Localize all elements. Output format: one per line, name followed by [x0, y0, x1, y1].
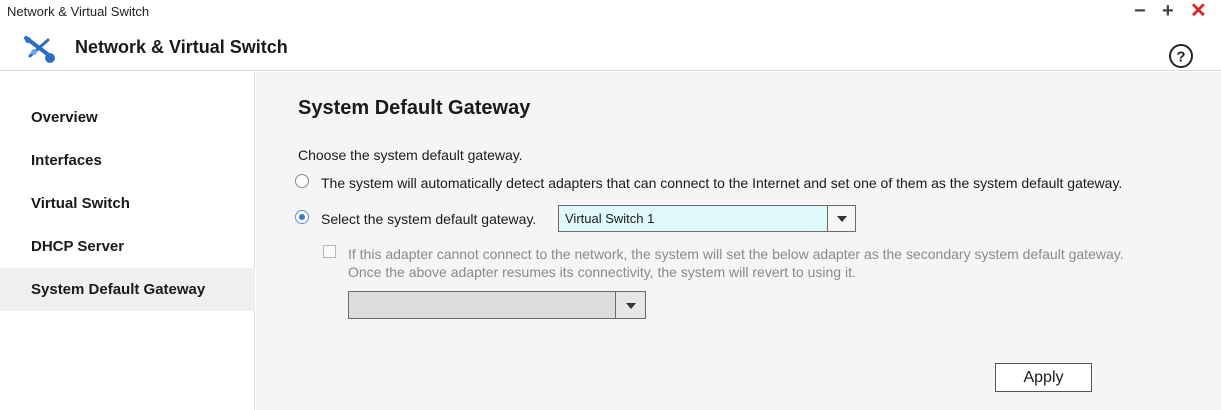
secondary-gateway-line1: If this adapter cannot connect to the ne… [348, 246, 1124, 262]
sidebar: Overview Interfaces Virtual Switch DHCP … [0, 72, 255, 410]
app-title: Network & Virtual Switch [75, 37, 288, 57]
gateway-select[interactable]: Virtual Switch 1 [558, 205, 856, 232]
help-glyph: ? [1176, 49, 1185, 66]
page-description: Choose the system default gateway. [298, 147, 523, 163]
secondary-gateway-text: If this adapter cannot connect to the ne… [348, 245, 1124, 281]
secondary-gateway-select[interactable] [348, 291, 646, 319]
secondary-gateway-checkbox[interactable] [323, 245, 336, 258]
minimize-icon[interactable]: − [1134, 1, 1146, 21]
select-gateway-label[interactable]: Select the system default gateway. [321, 211, 536, 227]
sidebar-item-system-default-gateway[interactable]: System Default Gateway [0, 268, 255, 311]
window-titlebar: Network & Virtual Switch − + ✕ [0, 0, 1221, 24]
sidebar-item-overview[interactable]: Overview [0, 96, 255, 139]
page-title: System Default Gateway [298, 97, 531, 119]
main-panel: System Default Gateway Choose the system… [256, 72, 1221, 410]
close-icon[interactable]: ✕ [1190, 1, 1207, 21]
auto-detect-label[interactable]: The system will automatically detect ada… [321, 175, 1122, 191]
apply-button[interactable]: Apply [995, 363, 1092, 392]
chevron-down-icon [837, 216, 847, 222]
sidebar-item-dhcp-server[interactable]: DHCP Server [0, 225, 255, 268]
select-gateway-radio[interactable] [295, 210, 309, 224]
sidebar-item-interfaces[interactable]: Interfaces [0, 139, 255, 182]
help-circle-icon[interactable]: ? [1168, 43, 1194, 69]
maximize-icon[interactable]: + [1162, 1, 1174, 21]
secondary-gateway-line2: Once the above adapter resumes its conne… [348, 264, 856, 280]
app-header: Network & Virtual Switch ? [0, 24, 1221, 71]
auto-detect-radio[interactable] [295, 174, 309, 188]
chevron-down-icon [626, 303, 636, 309]
gateway-select-arrow[interactable] [827, 206, 855, 231]
sidebar-item-virtual-switch[interactable]: Virtual Switch [0, 182, 255, 225]
network-switch-icon [24, 36, 55, 63]
window-title: Network & Virtual Switch [7, 4, 150, 19]
gateway-select-value: Virtual Switch 1 [565, 211, 655, 226]
secondary-select-arrow[interactable] [615, 292, 645, 318]
